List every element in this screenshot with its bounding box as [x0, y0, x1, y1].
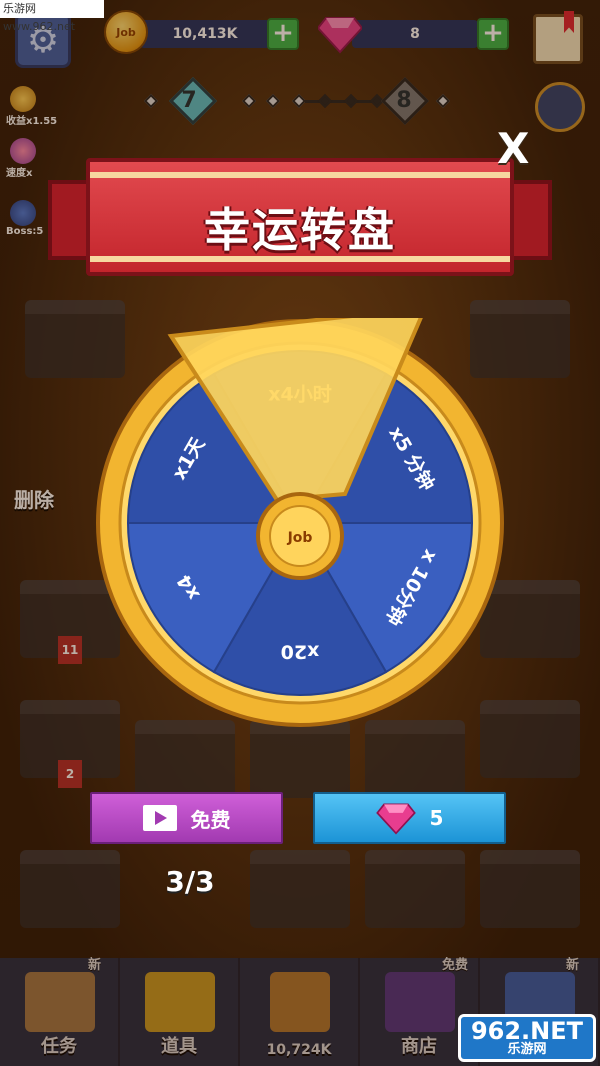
watermark-logo: 962.NET 乐游网: [458, 1014, 596, 1062]
modal-title: 幸运转盘: [204, 203, 396, 257]
lucky-wheel[interactable]: x4小时x5 分钟x 10分钟x20x4x1天 Job: [95, 318, 505, 728]
free-spin-button[interactable]: 免费: [90, 792, 283, 844]
gem-spin-cost: 5: [429, 806, 444, 830]
watermark-brand: 962.NET: [470, 1017, 584, 1045]
close-button[interactable]: X: [497, 124, 529, 173]
banner-stripe: [90, 172, 510, 178]
free-spin-label: 免费: [190, 807, 231, 832]
video-icon: [142, 805, 177, 831]
gem-spin-button[interactable]: 5: [313, 792, 506, 844]
modal-title-banner: 幸运转盘: [48, 158, 552, 276]
wheel-graphic: x4小时x5 分钟x 10分钟x20x4x1天 Job: [96, 318, 504, 727]
hub-label: Job: [287, 530, 313, 546]
spins-remaining: 3/3: [165, 865, 215, 898]
wheel-segment-label: x20: [281, 641, 320, 663]
gem-icon: [375, 803, 416, 835]
watermark: 乐游网 www.962.net: [0, 0, 104, 33]
watermark-sub: 乐游网: [507, 1042, 547, 1057]
